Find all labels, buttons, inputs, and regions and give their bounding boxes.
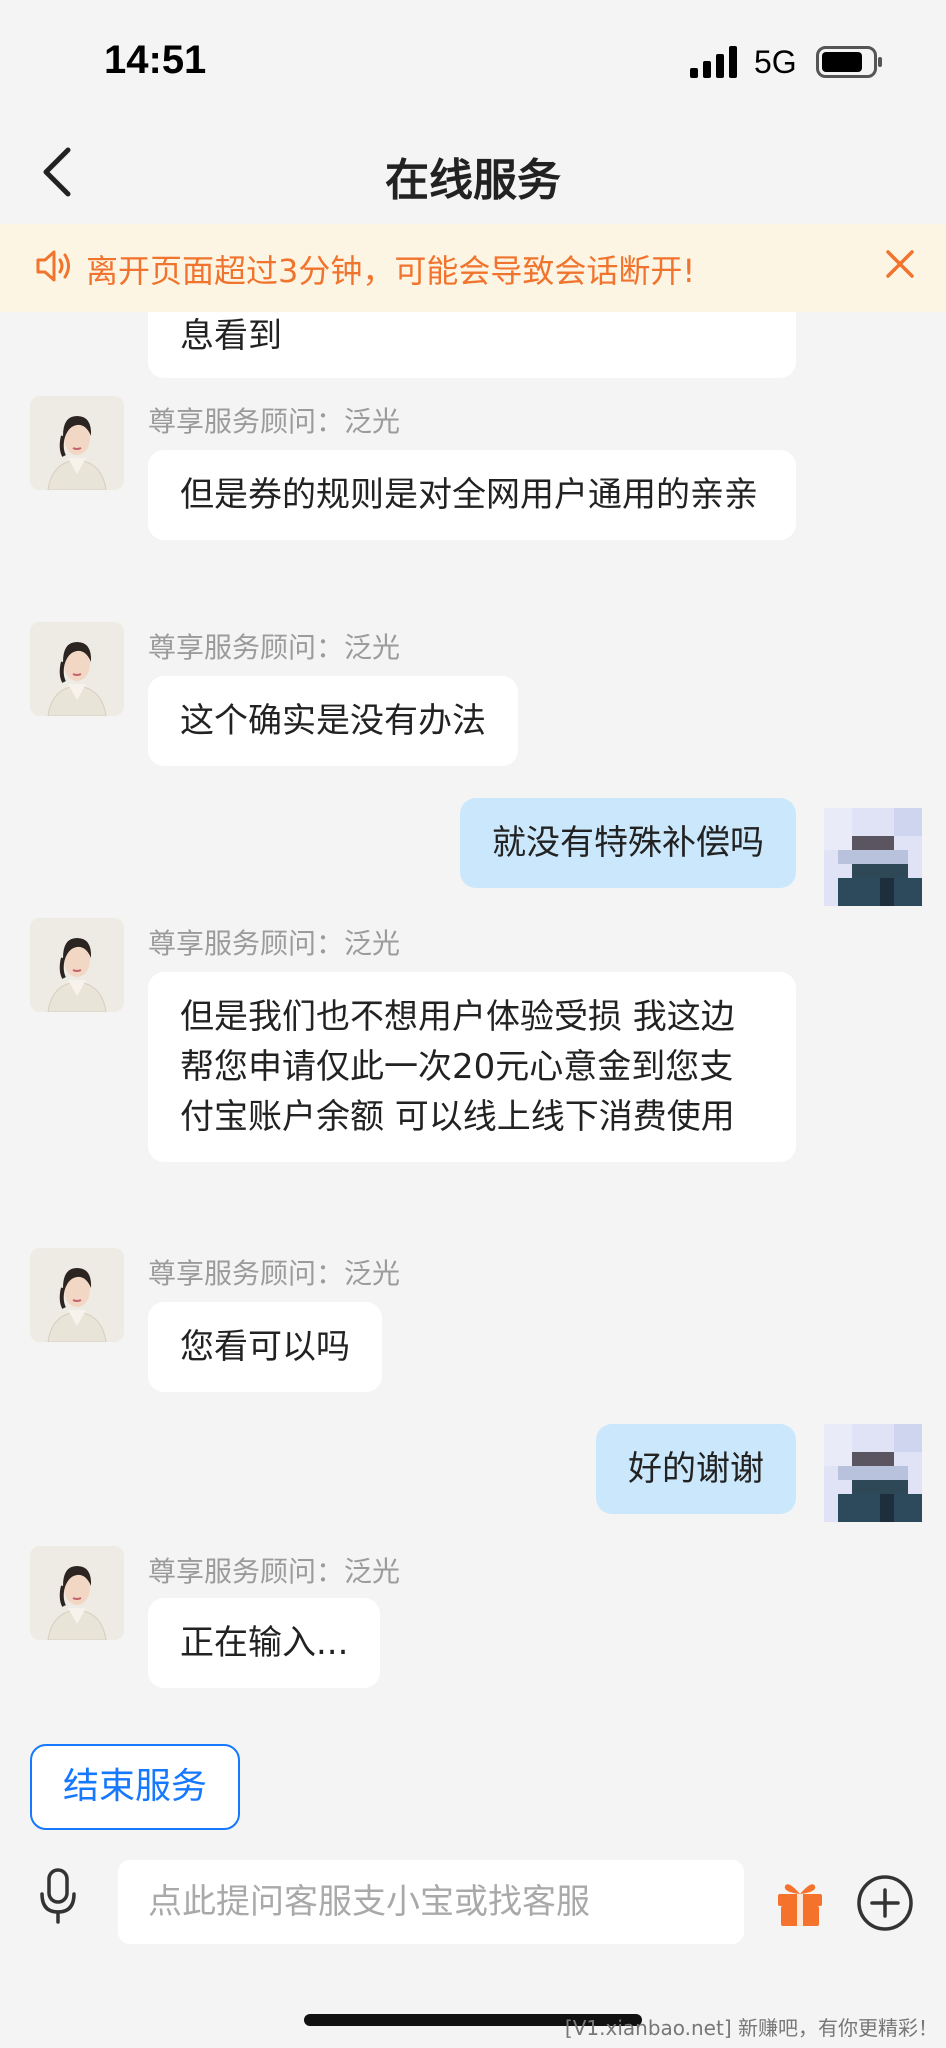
message-bubble-user: 就没有特殊补偿吗: [460, 798, 796, 888]
signal-icon: [690, 46, 737, 78]
message-bubble-agent: 但是我们也不想用户体验受损 我这边帮您申请仅此一次20元心意金到您支付宝账户余额…: [148, 972, 796, 1162]
nav-bar: 在线服务: [0, 120, 946, 224]
agent-avatar[interactable]: [30, 918, 124, 1012]
agent-avatar-image: [30, 622, 124, 716]
end-service-button[interactable]: 结束服务: [30, 1744, 240, 1830]
watermark: [V1.xianbao.net] 新赚吧，有你更精彩！: [564, 2016, 938, 2040]
message-bubble-agent: 您看可以吗: [148, 1302, 382, 1392]
network-label: 5G: [754, 44, 797, 80]
user-avatar-image: [824, 808, 922, 906]
agent-avatar[interactable]: [30, 622, 124, 716]
message-bubble-agent: 息看到: [148, 312, 796, 378]
agent-avatar[interactable]: [30, 396, 124, 490]
agent-name: 尊享服务顾问：泛光: [148, 631, 401, 664]
message-input[interactable]: [118, 1860, 744, 1944]
chat-list[interactable]: 息看到 尊享服务顾问：泛光 但是券的规则是对全网用户通用的亲亲 尊享服务顾问：泛…: [0, 312, 946, 1842]
agent-name: 尊享服务顾问：泛光: [148, 1257, 401, 1290]
battery-icon: [816, 46, 882, 78]
agent-avatar-image: [30, 396, 124, 490]
agent-name: 尊享服务顾问：泛光: [148, 405, 401, 438]
microphone-icon[interactable]: [38, 1868, 78, 1924]
notice-banner: 离开页面超过3分钟，可能会导致会话断开!: [0, 224, 946, 312]
message-bubble-agent: 这个确实是没有办法: [148, 676, 518, 766]
user-avatar[interactable]: [824, 1424, 922, 1522]
agent-avatar[interactable]: [30, 1546, 124, 1640]
message-bubble-user: 好的谢谢: [596, 1424, 796, 1514]
status-bar: 14:51 5G: [0, 0, 946, 120]
user-avatar-image: [824, 1424, 922, 1522]
agent-name: 尊享服务顾问：泛光: [148, 1555, 401, 1588]
agent-avatar[interactable]: [30, 1248, 124, 1342]
agent-avatar-image: [30, 918, 124, 1012]
message-bubble-agent: 正在输入...: [148, 1598, 381, 1688]
plus-circle-icon[interactable]: [856, 1874, 914, 1932]
notice-text: 离开页面超过3分钟，可能会导致会话断开!: [86, 252, 696, 290]
agent-name: 尊享服务顾问：泛光: [148, 927, 401, 960]
page-title: 在线服务: [385, 155, 561, 206]
message-bubble-agent: 但是券的规则是对全网用户通用的亲亲: [148, 450, 796, 540]
status-time: 14:51: [104, 38, 207, 82]
agent-avatar-image: [30, 1546, 124, 1640]
speaker-icon: [36, 250, 70, 282]
agent-avatar-image: [30, 1248, 124, 1342]
user-avatar[interactable]: [824, 808, 922, 906]
gift-icon[interactable]: [774, 1876, 826, 1928]
close-icon[interactable]: [884, 248, 916, 280]
